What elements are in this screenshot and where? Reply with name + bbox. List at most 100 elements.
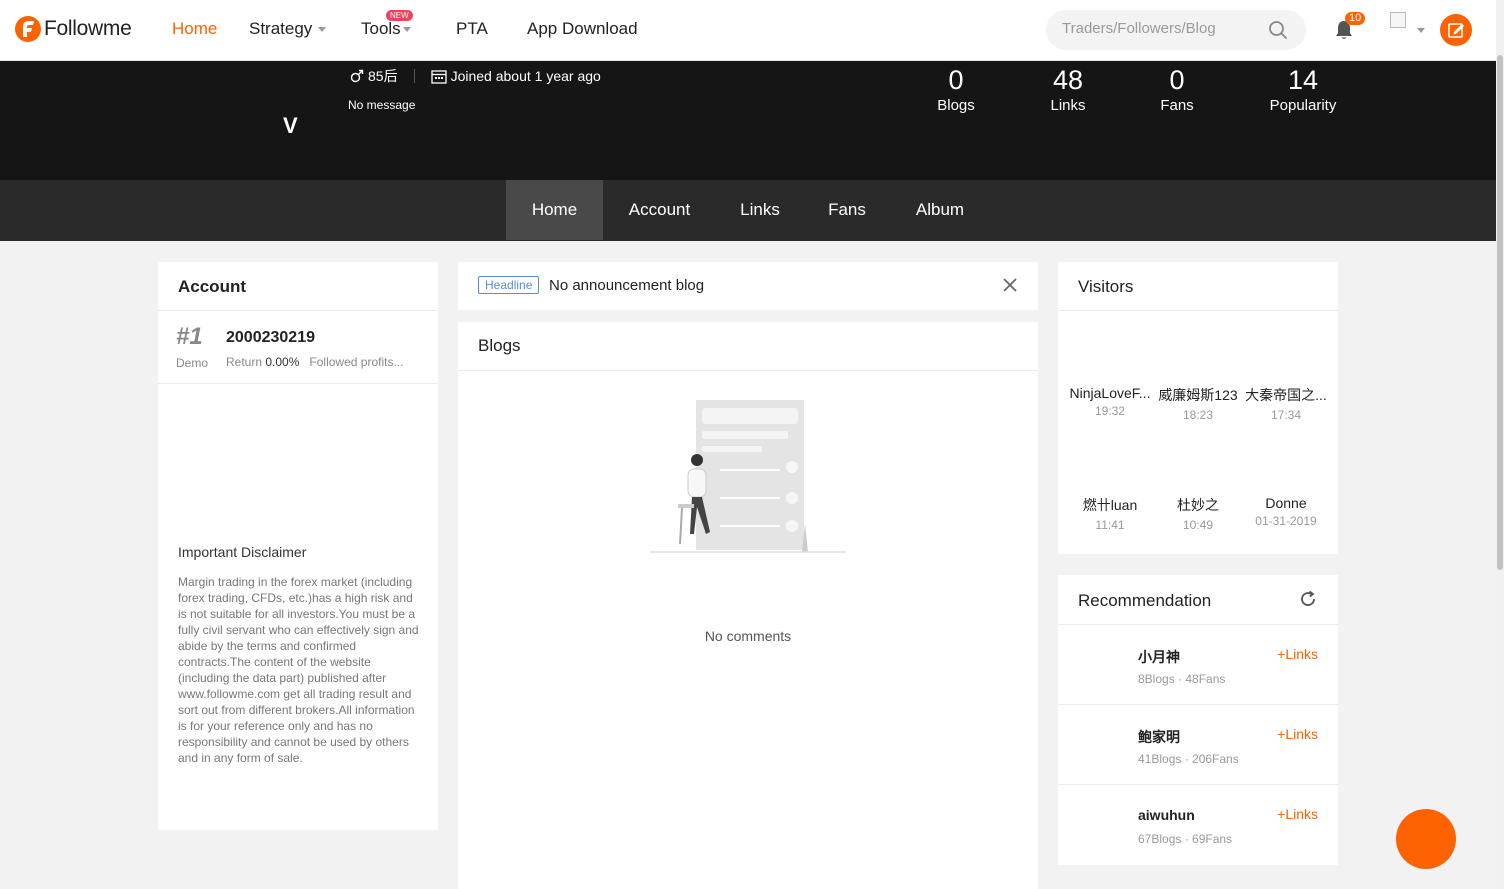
followed-profits: Followed profits... (309, 355, 404, 369)
recommended-user-stats: 8Blogs · 48Fans (1138, 672, 1226, 686)
visitor-item[interactable]: NinjaLoveF... 19:32 (1065, 385, 1155, 418)
recommended-user-stats: 67Blogs · 69Fans (1138, 832, 1233, 846)
visitor-name: 大秦帝国之... (1245, 387, 1327, 403)
account-panel-title: Account (178, 277, 246, 296)
edit-icon (1448, 23, 1464, 38)
account-panel: Account #1 2000230219 Demo Return 0.00% … (158, 262, 438, 830)
visitor-name: 燃卄luan (1082, 497, 1138, 513)
floating-action-button[interactable] (1396, 809, 1456, 869)
recommended-user-name[interactable]: aiwuhun (1138, 807, 1195, 823)
visitor-time: 10:49 (1182, 518, 1214, 532)
stat-value: 0 (1169, 65, 1185, 95)
profile-header: V 85后 Joined about 1 year ago No message… (0, 61, 1496, 181)
return-value: 0.00% (265, 355, 300, 369)
add-link-button[interactable]: +Links (1277, 726, 1318, 742)
stat-value: 48 (1052, 65, 1084, 95)
tab-links[interactable]: Links (722, 180, 798, 240)
tab-home[interactable]: Home (506, 180, 603, 240)
nav-tools[interactable]: Tools (361, 19, 411, 39)
add-link-button[interactable]: +Links (1277, 806, 1318, 822)
visitor-time: 01-31-2019 (1255, 514, 1317, 528)
followme-logo-icon (15, 16, 41, 42)
divider (458, 370, 1038, 371)
disclaimer-title: Important Disclaimer (178, 544, 307, 560)
visitor-item[interactable]: 杜妙之 10:49 (1153, 495, 1243, 532)
user-avatar[interactable] (1390, 12, 1406, 28)
divider (1058, 310, 1338, 311)
recommended-user-name[interactable]: 鲍家明 (1138, 727, 1180, 747)
recommendation-item: aiwuhun 67Blogs · 69Fans +Links (1058, 785, 1338, 865)
new-badge: NEW (386, 10, 413, 21)
visitor-time: 17:34 (1270, 408, 1302, 422)
visitor-name: 威廉姆斯123 (1158, 387, 1238, 403)
visitor-name: Donne (1265, 495, 1307, 511)
add-link-label: Links (1285, 726, 1318, 742)
add-link-button[interactable]: +Links (1277, 646, 1318, 662)
chevron-down-icon[interactable] (1417, 28, 1425, 33)
nav-home[interactable]: Home (172, 19, 217, 39)
followme-logo[interactable]: Followme (14, 14, 132, 44)
chevron-down-icon (402, 27, 411, 33)
profile-tabs: Home Account Links Fans Album (0, 180, 1496, 241)
account-card[interactable]: #1 2000230219 Demo Return 0.00% Followed… (158, 311, 438, 383)
account-number: 2000230219 (226, 329, 315, 346)
stat-label: Blogs (937, 97, 975, 114)
refresh-icon[interactable] (1298, 589, 1318, 609)
recommendation-item: 小月神 8Blogs · 48Fans +Links (1058, 625, 1338, 705)
stat-popularity[interactable]: 14 Popularity (1248, 64, 1358, 114)
blogs-title: Blogs (478, 336, 521, 355)
search-box (1046, 10, 1306, 50)
account-return: Return 0.00% Followed profits... (226, 355, 403, 369)
headline-bar: Headline No announcement blog (458, 262, 1038, 310)
user-initial: V (283, 113, 298, 138)
search-icon[interactable] (1268, 20, 1288, 40)
stat-blogs[interactable]: 0 Blogs (901, 64, 1011, 114)
headline-text: No announcement blog (549, 277, 705, 294)
visitor-time: 19:32 (1094, 404, 1126, 418)
meta-divider (413, 69, 415, 83)
recommendation-item: 鲍家明 41Blogs · 206Fans +Links (1058, 705, 1338, 785)
nav-tools-label: Tools (361, 19, 401, 38)
visitor-name: 杜妙之 (1177, 497, 1219, 513)
tab-album[interactable]: Album (900, 180, 980, 240)
tab-account[interactable]: Account (612, 180, 707, 240)
account-type: Demo (176, 356, 209, 370)
joined-date: Joined about 1 year ago (450, 68, 601, 84)
visitor-item[interactable]: Donne 01-31-2019 (1241, 495, 1331, 528)
visitor-time: 18:23 (1182, 408, 1214, 422)
stat-label: Popularity (1269, 97, 1337, 114)
recommended-user-stats: 41Blogs · 206Fans (1138, 752, 1239, 766)
search-input[interactable] (1062, 20, 1262, 37)
visitor-item[interactable]: 燃卄luan 11:41 (1065, 495, 1155, 532)
visitor-item[interactable]: 大秦帝国之... 17:34 (1241, 385, 1331, 422)
stat-links[interactable]: 48 Links (1013, 64, 1123, 114)
nav-app-download[interactable]: App Download (527, 19, 638, 39)
profile-message: No message (348, 98, 416, 112)
recommendation-title: Recommendation (1078, 591, 1212, 610)
tab-fans[interactable]: Fans (812, 180, 882, 240)
stat-label: Links (1050, 97, 1086, 114)
nav-pta[interactable]: PTA (456, 19, 488, 39)
top-navigation-bar: Followme Home Strategy Tools NEW PTA App… (0, 0, 1496, 61)
nav-strategy-label: Strategy (249, 19, 313, 38)
account-rank: #1 (176, 323, 203, 350)
male-icon (350, 69, 364, 83)
disclaimer-text: Margin trading in the forex market (incl… (178, 575, 419, 765)
scrollbar-thumb[interactable] (1497, 55, 1503, 570)
calendar-icon (430, 69, 447, 84)
stat-value: 0 (948, 65, 964, 95)
stat-value: 14 (1287, 65, 1319, 95)
visitor-time: 11:41 (1095, 518, 1125, 532)
add-link-label: Links (1285, 646, 1318, 662)
nav-strategy[interactable]: Strategy (249, 19, 327, 39)
recommended-user-name[interactable]: 小月神 (1138, 647, 1180, 667)
stat-fans[interactable]: 0 Fans (1122, 64, 1232, 114)
profile-meta: 85后 Joined about 1 year ago (350, 66, 601, 86)
visitors-panel: Visitors NinjaLoveF... 19:32 威廉姆斯123 18:… (1058, 262, 1338, 554)
notification-count-badge: 10 (1345, 12, 1366, 25)
write-post-button[interactable] (1440, 14, 1472, 46)
visitor-name: NinjaLoveF... (1069, 385, 1151, 401)
visitor-item[interactable]: 威廉姆斯123 18:23 (1153, 385, 1243, 422)
stat-label: Fans (1160, 97, 1194, 114)
close-icon[interactable] (1000, 275, 1020, 295)
